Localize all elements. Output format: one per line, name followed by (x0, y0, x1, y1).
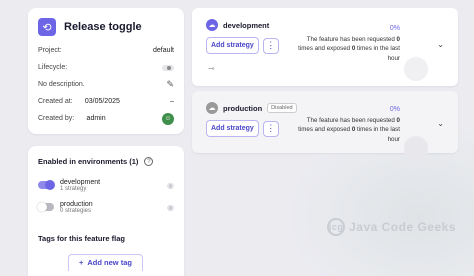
env-strategy-count: 0 strategies (60, 207, 92, 214)
development-toggle[interactable] (38, 180, 55, 190)
project-label: Project: (38, 47, 62, 54)
environments-card: Enabled in environments (1) ? developmen… (28, 146, 184, 276)
env-panel-development: ☁ development Add strategy ⋮ ⊸ 0% The fe… (192, 8, 458, 86)
metric-text: The feature has been requested 0 times a… (298, 117, 400, 143)
jcg-logo-icon: jcg (327, 218, 346, 236)
project-value: default (152, 47, 174, 54)
cloud-icon: ☁ (206, 19, 218, 31)
dash-mark: – (170, 98, 174, 105)
metric-text: The feature has been requested 0 times a… (298, 36, 400, 62)
chevron-down-icon[interactable]: ⌄ (437, 40, 444, 49)
tags-heading: Tags for this feature flag (38, 234, 125, 243)
production-toggle[interactable] (37, 202, 54, 212)
more-options-icon[interactable]: ⋮ (262, 120, 279, 137)
user-avatar: ☺ (161, 112, 174, 125)
env-panel-name: development (223, 20, 270, 30)
eye-icon[interactable]: ◉ (167, 203, 174, 212)
plus-icon: + (79, 258, 84, 267)
env-panel-production: ☁ production Disabled Add strategy ⋮ 0% … (192, 91, 458, 160)
env-strategy-count: 1 strategy (60, 185, 87, 192)
add-tag-button[interactable]: + Add new tag (68, 254, 143, 271)
toggle-flag-icon: ⟲ (38, 18, 56, 36)
exposure-gauge (404, 57, 428, 81)
flag-overview-card: ⟲ Release toggle Project: default Lifecy… (28, 8, 184, 134)
help-icon[interactable]: ? (144, 157, 154, 166)
created-by-value: admin (86, 115, 106, 122)
exposure-percent: 0% (389, 106, 400, 113)
status-badge: Disabled (267, 103, 297, 113)
watermark-text: Java Code Geeks (349, 220, 456, 234)
created-by-row: Created by: admin ☺ (28, 110, 184, 127)
watermark: jcg Java Code Geeks (327, 218, 456, 236)
cloud-icon: ☁ (206, 102, 218, 114)
lifecycle-label: Lifecycle: (38, 64, 68, 71)
exposure-percent: 0% (389, 25, 400, 32)
flag-title: Release toggle (64, 21, 142, 33)
edit-pencil-icon[interactable]: ✎ (166, 79, 174, 90)
more-options-icon[interactable]: ⋮ (262, 37, 279, 54)
env-panel-name: production (223, 103, 263, 113)
add-strategy-button[interactable]: Add strategy (206, 120, 259, 137)
description-row: No description. ✎ (28, 76, 184, 93)
env-item-production: production 0 strategies ◉ (28, 196, 184, 218)
drag-handle-icon[interactable]: ⊸ (208, 64, 296, 73)
project-row: Project: default (28, 42, 184, 59)
eye-icon[interactable]: ◉ (167, 181, 174, 190)
lifecycle-row: Lifecycle: (28, 59, 184, 76)
env-name: production (60, 200, 93, 208)
created-at-label: Created at: (38, 98, 73, 105)
created-by-label: Created by: (38, 115, 75, 122)
exposure-gauge (404, 136, 428, 160)
created-at-row: Created at: 03/05/2025 – (28, 93, 184, 110)
environments-heading: Enabled in environments (1) (38, 157, 139, 166)
lifecycle-indicator[interactable] (162, 64, 174, 71)
description-text: No description. (38, 81, 85, 88)
chevron-down-icon[interactable]: ⌄ (437, 119, 444, 128)
env-item-development: development 1 strategy ◉ (28, 174, 184, 196)
add-strategy-button[interactable]: Add strategy (206, 37, 259, 54)
add-tag-label: Add new tag (87, 258, 132, 267)
created-at-value: 03/05/2025 (84, 98, 120, 105)
env-name: development (60, 178, 101, 186)
